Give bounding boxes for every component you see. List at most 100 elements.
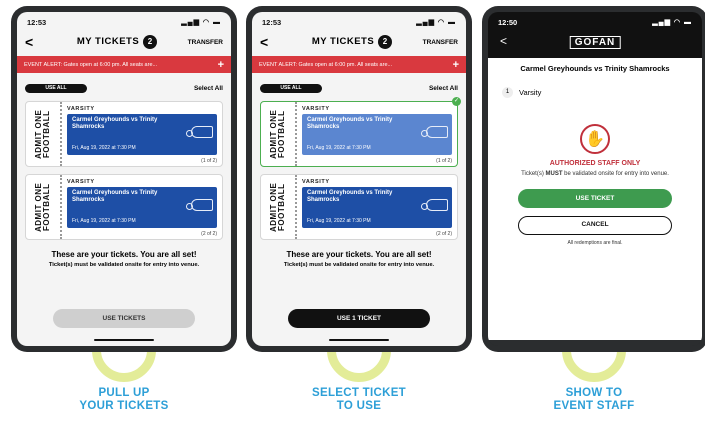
ticket-date: Fri, Aug 19, 2022 at 7:30 PM [72,145,136,151]
use-1-ticket-button[interactable]: USE 1 TICKET [288,309,430,328]
event-alert-text: EVENT ALERT: Gates open at 6:00 pm. All … [259,61,393,68]
back-button[interactable]: < [500,34,507,48]
page-title-text: MY TICKETS [311,36,375,47]
admit-one-text: ADMIT ONE FOOTBALL [269,109,286,159]
ticket-count-badge: 2 [143,35,158,49]
ticket-level: VARSITY [302,179,330,185]
ticket-event-card: Carmel Greyhounds vs Trinity Shamrocks F… [67,187,217,228]
my-tickets-screen: 12:53 ▂▄▆ ◠ ▬ < MY TICKETS 2 TRANSFER EVE… [17,12,231,346]
home-indicator[interactable] [329,339,389,341]
event-title: Carmel Greyhounds vs Trinity Shamrocks [520,64,670,73]
ticket-row: 1 Varsity [488,87,702,98]
system-icons: ▂▄▆ ◠ ▬ [652,19,692,26]
ticket-level: VARSITY [67,179,95,185]
caption-step-2: SELECT TICKET TO USE [312,387,406,412]
select-row: USE ALL Select All [17,83,231,94]
nav-bar: < MY TICKETS 2 TRANSFER [17,32,231,52]
page-title: MY TICKETS 2 [55,35,179,49]
ticket-body: VARSITY Carmel Greyhounds vs Trinity Sha… [297,102,457,166]
select-all-link[interactable]: Select All [429,85,458,92]
tickets-message: These are your tickets. You are all set!… [252,250,466,270]
status-time: 12:53 [27,17,47,27]
whistle-icon [186,126,213,138]
status-bar: 12:53 ▂▄▆ ◠ ▬ [17,12,231,32]
ticket-card[interactable]: ADMIT ONE FOOTBALL VARSITY Carmel Greyho… [25,174,223,240]
ticket-level: Varsity [519,88,542,97]
ticket-count-badge: 2 [378,35,393,49]
checkmark-icon: ✓ [452,97,461,106]
status-time: 12:53 [262,17,282,27]
ticket-page-index: (1 of 2) [201,158,217,164]
validation-note: Ticket(s) MUST be validated onsite for e… [488,170,702,178]
tickets-message-title: These are your tickets. You are all set! [51,250,197,259]
tickets-message-note: Ticket(s) must be validated onsite for e… [48,262,200,268]
select-all-link[interactable]: Select All [194,85,223,92]
ticket-card[interactable]: ADMIT ONE FOOTBALL VARSITY Carmel Greyho… [260,174,458,240]
caption-step-1: PULL UP YOUR TICKETS [79,387,169,412]
ticket-date: Fri, Aug 19, 2022 at 7:30 PM [307,145,371,151]
ticket-event-card: Carmel Greyhounds vs Trinity Shamrocks F… [67,114,217,155]
whistle-icon [421,126,448,138]
ticket-event-name: Carmel Greyhounds vs Trinity Shamrocks [307,117,393,130]
phone-step-3: 12:50 ▂▄▆ ◠ ▬ < GOFAN Carmel Greyhounds … [482,6,705,352]
event-alert-banner[interactable]: EVENT ALERT: Gates open at 6:00 pm. All … [252,56,466,73]
use-ticket-button[interactable]: USE TICKET [518,189,672,208]
detail-body: Carmel Greyhounds vs Trinity Shamrocks 1… [488,58,702,340]
detail-footer [488,340,702,346]
select-row: USE ALL Select All [252,83,466,94]
admit-one-text: ADMIT ONE FOOTBALL [34,109,51,159]
tutorial-panel: 12:53 ▂▄▆ ◠ ▬ < MY TICKETS 2 TRANSFER EVE… [0,0,705,421]
tickets-message: These are your tickets. You are all set!… [17,250,231,270]
ticket-detail-screen: 12:50 ▂▄▆ ◠ ▬ < GOFAN Carmel Greyhounds … [488,12,702,346]
tickets-message-title: These are your tickets. You are all set! [286,250,432,259]
home-indicator[interactable] [94,339,154,341]
ticket-stub: ADMIT ONE FOOTBALL [26,102,62,166]
ticket-level: VARSITY [67,106,95,112]
status-bar: 12:50 ▂▄▆ ◠ ▬ [488,12,702,32]
ticket-card-selected[interactable]: ADMIT ONE FOOTBALL VARSITY Carmel Greyho… [260,97,461,167]
use-tickets-button[interactable]: USE TICKETS [53,309,195,328]
back-button[interactable]: < [260,34,290,50]
use-all-button[interactable]: USE ALL [25,84,87,93]
status-time: 12:50 [498,17,518,27]
detail-header: 12:50 ▂▄▆ ◠ ▬ < GOFAN [488,12,702,58]
ticket-card[interactable]: ADMIT ONE FOOTBALL VARSITY Carmel Greyho… [25,101,223,167]
ticket-page-index: (2 of 2) [436,231,452,237]
ticket-event-name: Carmel Greyhounds vs Trinity Shamrocks [72,190,158,203]
authorized-staff-label: AUTHORIZED STAFF ONLY [549,160,641,167]
system-icons: ▂▄▆ ◠ ▬ [416,19,456,26]
page-title-text: MY TICKETS [76,36,140,47]
system-icons: ▂▄▆ ◠ ▬ [181,19,221,26]
ticket-stub: ADMIT ONE FOOTBALL [261,175,297,239]
ticket-event-name: Carmel Greyhounds vs Trinity Shamrocks [307,190,393,203]
gofan-logo: GOFAN [569,36,621,49]
page-title: MY TICKETS 2 [290,35,414,49]
validation-note-must: MUST [545,171,563,177]
ticket-date: Fri, Aug 19, 2022 at 7:30 PM [72,218,136,224]
ticket-number: 1 [502,87,513,98]
phone-step-1: 12:53 ▂▄▆ ◠ ▬ < MY TICKETS 2 TRANSFER EVE… [11,6,237,352]
redemptions-final-note: All redemptions are final. [567,240,623,246]
ticket-body: VARSITY Carmel Greyhounds vs Trinity Sha… [297,175,457,239]
phone-step-2: 12:53 ▂▄▆ ◠ ▬ < MY TICKETS 2 TRANSFER EVE… [246,6,472,352]
expand-alert-icon[interactable]: + [453,59,459,71]
status-bar: 12:53 ▂▄▆ ◠ ▬ [252,12,466,32]
transfer-button[interactable]: TRANSFER [179,39,223,46]
ticket-body: VARSITY Carmel Greyhounds vs Trinity Sha… [62,175,222,239]
ticket-body: VARSITY Carmel Greyhounds vs Trinity Sha… [62,102,222,166]
ticket-date: Fri, Aug 19, 2022 at 7:30 PM [307,218,371,224]
cancel-button[interactable]: CANCEL [518,216,672,235]
ticket-event-card: Carmel Greyhounds vs Trinity Shamrocks F… [302,114,452,155]
event-alert-text: EVENT ALERT: Gates open at 6:00 pm. All … [24,61,158,68]
ticket-page-index: (2 of 2) [201,231,217,237]
use-all-button[interactable]: USE ALL [260,84,322,93]
transfer-button[interactable]: TRANSFER [414,39,458,46]
event-alert-banner[interactable]: EVENT ALERT: Gates open at 6:00 pm. All … [17,56,231,73]
hand-stop-icon: ✋ [580,124,610,154]
whistle-icon [186,199,213,211]
expand-alert-icon[interactable]: + [218,59,224,71]
ticket-stub: ADMIT ONE FOOTBALL [261,102,297,166]
back-button[interactable]: < [25,34,55,50]
validation-note-pre: Ticket(s) [521,171,546,177]
admit-one-text: ADMIT ONE FOOTBALL [269,182,286,232]
